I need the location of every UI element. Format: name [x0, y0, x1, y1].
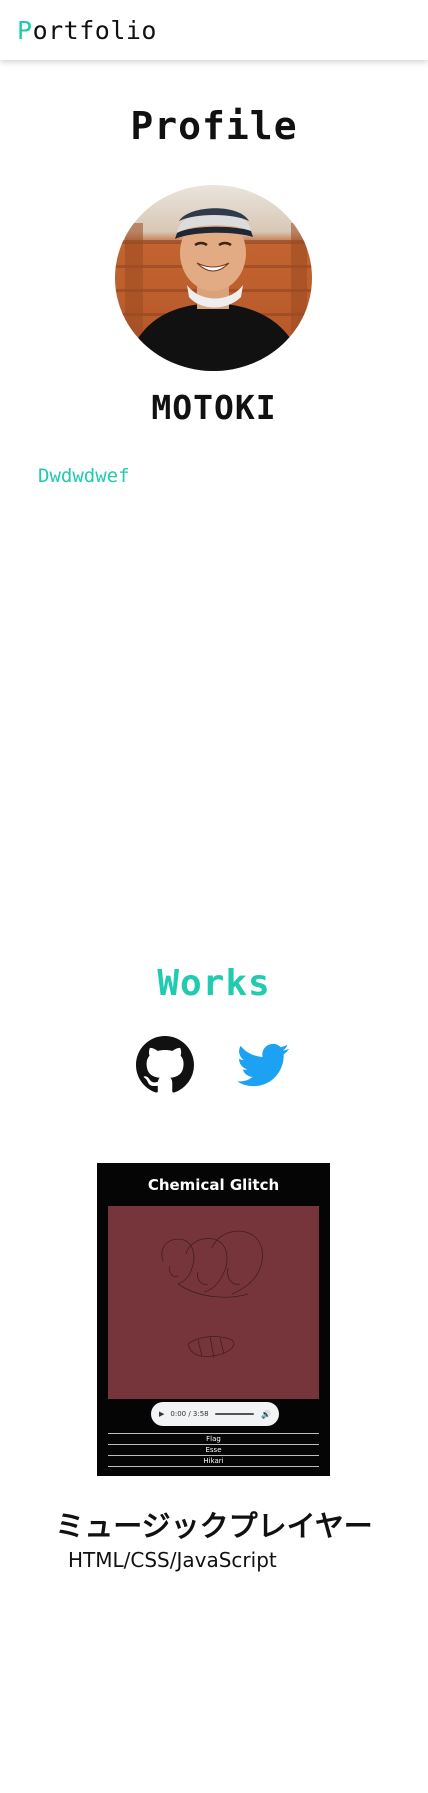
album-art: [108, 1206, 319, 1399]
profile-bio: Dwdwdwef: [38, 465, 130, 487]
audio-time: 0:00 / 3:58: [170, 1410, 209, 1418]
profile-name: MOTOKI: [151, 388, 277, 427]
volume-icon[interactable]: 🔊: [261, 1410, 271, 1419]
avatar: [115, 185, 312, 371]
audio-player[interactable]: ▶ 0:00 / 3:58 🔊: [151, 1402, 279, 1426]
profile-heading: Profile: [130, 104, 298, 148]
track-item[interactable]: Esse: [108, 1445, 319, 1456]
logo-accent-letter: P: [17, 15, 33, 45]
track-item[interactable]: Flag: [108, 1434, 319, 1445]
play-icon[interactable]: ▶: [159, 1410, 164, 1418]
track-item[interactable]: Hikari: [108, 1456, 319, 1467]
player-title: Chemical Glitch: [147, 1176, 280, 1194]
avatar-photo: [115, 185, 312, 371]
site-logo[interactable]: Portfolio: [17, 16, 157, 45]
album-art-drawing: [161, 1230, 263, 1359]
work-tech-stack: HTML/CSS/JavaScript: [68, 1548, 277, 1572]
github-icon: [136, 1036, 194, 1093]
github-link[interactable]: [136, 1036, 194, 1094]
audio-progress-bar[interactable]: [214, 1413, 255, 1415]
track-list: Flag Esse Hikari: [108, 1433, 319, 1467]
twitter-icon: [237, 1043, 289, 1087]
work-card-music-player[interactable]: Chemical Glitch ▶ 0:00 / 3:58 🔊 Flag Ess…: [97, 1163, 330, 1476]
logo-text: ortfolio: [32, 15, 157, 45]
work-title: ミュージックプレイヤー: [55, 1509, 373, 1543]
site-header: Portfolio: [0, 0, 428, 60]
twitter-link[interactable]: [237, 1039, 289, 1091]
works-heading: Works: [157, 963, 271, 1004]
